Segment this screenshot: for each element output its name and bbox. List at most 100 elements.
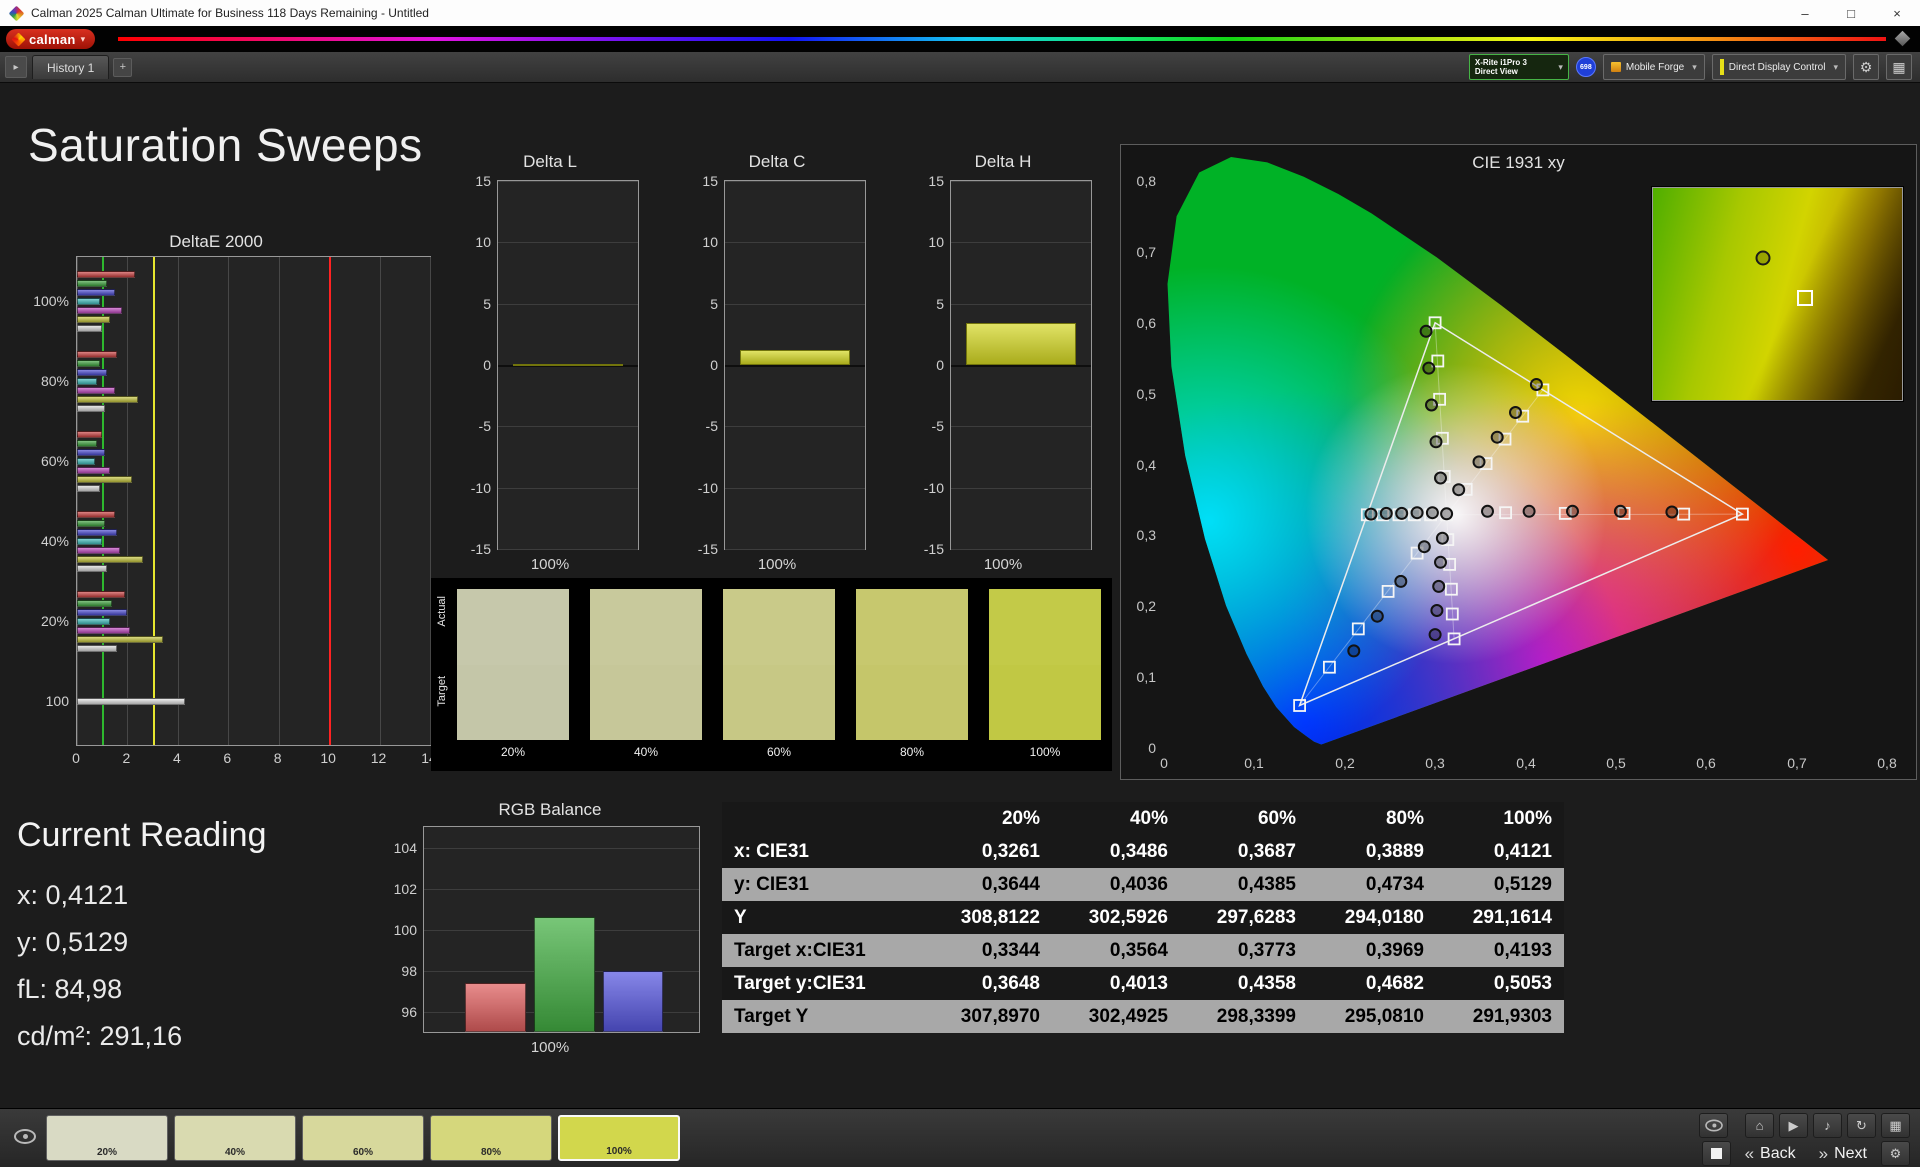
measured-point	[1381, 508, 1392, 519]
bar	[77, 467, 110, 474]
deltae-plot: 100%80%60%40%20%100	[76, 256, 431, 746]
table-cell: 294,0180	[1308, 901, 1436, 934]
axis-tick-label: 0	[483, 357, 491, 373]
tab-history-1[interactable]: History 1	[32, 55, 109, 79]
current-reading-values: x: 0,4121 y: 0,5129 fL: 84,98 cd/m²: 291…	[17, 872, 182, 1060]
measured-point	[1412, 507, 1423, 518]
layout-button[interactable]: ▦	[1886, 54, 1912, 80]
gridline	[725, 304, 865, 305]
rgb-balance-chart: RGB Balance 1041021009896 100%	[395, 800, 705, 1065]
eye-button[interactable]	[1699, 1113, 1728, 1138]
meter-dropdown[interactable]: X-Rite i1Pro 3 Direct View ▾	[1469, 54, 1569, 80]
thumbnail-60%[interactable]: 60%	[302, 1115, 424, 1161]
transport-controls: ⌂ ▶ ♪ ↻ ▦ « Back » Next ⚙	[1699, 1113, 1910, 1166]
source-dropdown[interactable]: Mobile Forge ▾	[1603, 54, 1705, 80]
bar	[77, 387, 115, 394]
target-swatch	[723, 665, 835, 741]
color-swatch: 20%	[457, 589, 569, 740]
measured-point	[1427, 507, 1438, 518]
axis-tick-label: -10	[698, 480, 718, 496]
thumbnail-20%[interactable]: 20%	[46, 1115, 168, 1161]
thumbnail-40%[interactable]: 40%	[174, 1115, 296, 1161]
bar	[513, 364, 622, 366]
group-label: 100	[21, 693, 69, 709]
axis-tick-label: 15	[702, 173, 718, 189]
table-cell: 291,9303	[1436, 1000, 1564, 1033]
back-button[interactable]: « Back	[1736, 1144, 1805, 1164]
maximize-button[interactable]: □	[1828, 0, 1874, 26]
calman-menu-button[interactable]: calman ▾	[6, 29, 95, 49]
display-control-dropdown[interactable]: Direct Display Control ▾	[1712, 54, 1846, 80]
bar	[77, 609, 127, 616]
thumbnail-100%[interactable]: 100%	[558, 1115, 680, 1161]
axis-tick-label: 0,6	[1137, 315, 1157, 331]
axis-tick-label: 0,3	[1425, 755, 1445, 771]
gridline	[424, 848, 699, 849]
bar	[77, 618, 110, 625]
delta-l-chart: Delta L 151050-5-10-15 100%	[463, 152, 637, 582]
row-label: y: CIE31	[722, 868, 924, 901]
close-button[interactable]: ×	[1874, 0, 1920, 26]
back-arrow-icon: «	[1745, 1144, 1754, 1164]
bottom-settings-button[interactable]: ⚙	[1881, 1141, 1910, 1166]
axis-tick-label: 0	[936, 357, 944, 373]
rgb-balance-plot: 1041021009896	[423, 826, 700, 1033]
column-header: 20%	[924, 802, 1052, 835]
swatch-row: 20%40%60%80%100%	[457, 589, 1101, 740]
settings-button[interactable]: ⚙	[1853, 54, 1879, 80]
axis-tick-label: -15	[924, 541, 944, 557]
gridline	[424, 889, 699, 890]
history-expander-button[interactable]: ▸	[5, 56, 27, 78]
table-row: Target Y307,8970302,4925298,3399295,0810…	[722, 1000, 1564, 1033]
home-button[interactable]: ⌂	[1745, 1113, 1774, 1138]
gridline	[951, 426, 1091, 427]
table-cell: 0,3261	[924, 835, 1052, 868]
target-row-label: Target	[436, 676, 448, 707]
row-label: Target Y	[722, 1000, 924, 1033]
play-button[interactable]: ▶	[1779, 1113, 1808, 1138]
calman-logo-text: calman	[29, 32, 76, 47]
thumbnail-80%[interactable]: 80%	[430, 1115, 552, 1161]
bar	[77, 520, 105, 527]
actual-swatch	[856, 589, 968, 665]
axis-tick-label: 0,3	[1137, 527, 1157, 543]
gridline	[951, 549, 1091, 550]
axis-tick-label: -10	[471, 480, 491, 496]
axis-tick-label: 10	[702, 234, 718, 250]
axis-tick-label: 0,1	[1137, 669, 1157, 685]
stop-button[interactable]	[1702, 1141, 1731, 1166]
target-swatch	[856, 665, 968, 741]
row-label: Y	[722, 901, 924, 934]
axis-tick-label: 98	[401, 963, 417, 979]
audio-button[interactable]: ♪	[1813, 1113, 1842, 1138]
table-cell: 302,4925	[1052, 1000, 1180, 1033]
display-control-accent	[1720, 59, 1724, 75]
measured-point	[1615, 506, 1626, 517]
target-point	[1797, 290, 1813, 306]
table-cell: 0,4682	[1308, 967, 1436, 1000]
bar	[77, 307, 122, 314]
refresh-button[interactable]: ↻	[1847, 1113, 1876, 1138]
chevron-down-icon: ▾	[81, 34, 86, 45]
table-cell: 0,4193	[1436, 934, 1564, 967]
bar-group: 100	[77, 661, 430, 741]
gridline	[725, 488, 865, 489]
column-header: 80%	[1308, 802, 1436, 835]
window-title: Calman 2025 Calman Ultimate for Business…	[31, 6, 429, 20]
next-label: Next	[1834, 1145, 1867, 1163]
table-cell: 0,3486	[1052, 835, 1180, 868]
layers-button[interactable]: ▦	[1881, 1113, 1910, 1138]
table-cell: 0,3969	[1308, 934, 1436, 967]
next-button[interactable]: » Next	[1810, 1144, 1876, 1164]
bar	[77, 360, 100, 367]
preview-eye-icon[interactable]	[14, 1129, 36, 1144]
swatch-label: 60%	[723, 745, 835, 759]
axis-tick-label: 10	[475, 234, 491, 250]
table-cell: 0,3773	[1180, 934, 1308, 967]
gridline	[725, 242, 865, 243]
measured-point	[1474, 456, 1485, 467]
gridline	[498, 549, 638, 550]
measured-point	[1492, 432, 1503, 443]
add-tab-button[interactable]: +	[113, 58, 132, 77]
minimize-button[interactable]: –	[1782, 0, 1828, 26]
